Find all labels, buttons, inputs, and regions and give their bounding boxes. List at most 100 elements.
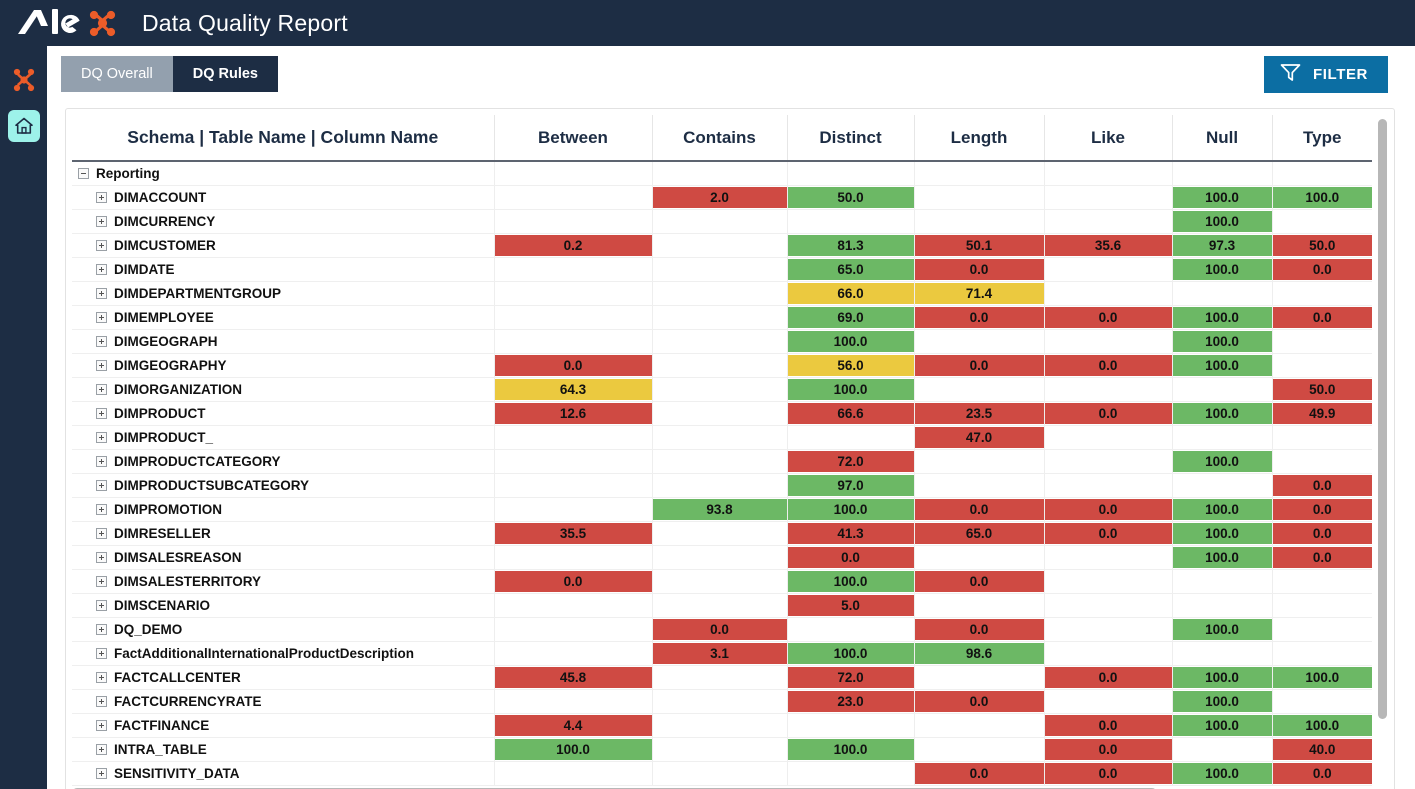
table-row[interactable]: DIMEMPLOYEE 69.0 0.0 0.0 100.0 0.0 [72, 305, 1372, 330]
score-cell[interactable] [652, 233, 788, 258]
score-cell[interactable]: 0.0 [1044, 305, 1173, 330]
score-cell[interactable]: 0.0 [494, 353, 653, 378]
tab-dq-overall[interactable]: DQ Overall [61, 56, 173, 92]
score-cell[interactable]: 100.0 [1172, 545, 1273, 570]
row-name-cell[interactable]: DIMACCOUNT [72, 185, 495, 210]
table-row[interactable]: DIMPRODUCT_ 47.0 [72, 425, 1372, 450]
score-cell[interactable] [1044, 689, 1173, 714]
expand-toggle-icon[interactable] [96, 384, 107, 395]
score-cell[interactable] [494, 761, 653, 786]
score-cell[interactable]: 64.3 [494, 377, 653, 402]
score-cell[interactable]: 100.0 [1272, 713, 1372, 738]
score-cell[interactable]: 66.0 [787, 281, 915, 306]
score-cell[interactable]: 0.0 [1044, 737, 1173, 762]
row-name-cell[interactable]: DIMORGANIZATION [72, 377, 495, 402]
score-cell[interactable] [494, 545, 653, 570]
score-cell[interactable] [652, 449, 788, 474]
score-cell[interactable]: 100.0 [1172, 689, 1273, 714]
score-cell[interactable]: 12.6 [494, 401, 653, 426]
score-cell[interactable]: 81.3 [787, 233, 915, 258]
table-row[interactable]: DIMRESELLER 35.5 41.3 65.0 0.0 100.0 0.0 [72, 521, 1372, 546]
score-cell[interactable]: 100.0 [1172, 353, 1273, 378]
score-cell[interactable]: 5.0 [787, 593, 915, 618]
row-name-cell[interactable]: DIMCUSTOMER [72, 233, 495, 258]
row-name-cell[interactable]: FACTFINANCE [72, 713, 495, 738]
score-cell[interactable] [1172, 425, 1273, 450]
score-cell[interactable] [494, 689, 653, 714]
score-cell[interactable] [652, 473, 788, 498]
score-cell[interactable] [787, 713, 915, 738]
sidebar-item-home[interactable] [0, 104, 47, 148]
table-row[interactable]: SENSITIVITY_DATA 0.0 0.0 100.0 0.0 [72, 761, 1372, 786]
score-cell[interactable] [652, 569, 788, 594]
score-cell[interactable]: 0.2 [494, 233, 653, 258]
row-name-cell[interactable]: DIMPRODUCT [72, 401, 495, 426]
score-cell[interactable]: 0.0 [1272, 521, 1372, 546]
column-header-distinct[interactable]: Distinct [787, 115, 915, 162]
score-cell[interactable]: 66.6 [787, 401, 915, 426]
score-cell[interactable] [1044, 185, 1173, 210]
table-row[interactable]: DQ_DEMO 0.0 0.0 100.0 [72, 617, 1372, 642]
score-cell[interactable] [652, 593, 788, 618]
score-cell[interactable] [652, 305, 788, 330]
row-name-cell[interactable]: DIMCURRENCY [72, 209, 495, 234]
score-cell[interactable] [1272, 569, 1372, 594]
column-header-like[interactable]: Like [1044, 115, 1173, 162]
score-cell[interactable]: 0.0 [914, 569, 1045, 594]
score-cell[interactable]: 71.4 [914, 281, 1045, 306]
expand-toggle-icon[interactable] [96, 696, 107, 707]
score-cell[interactable]: 100.0 [1172, 305, 1273, 330]
score-cell[interactable] [1272, 617, 1372, 642]
score-cell[interactable] [1172, 281, 1273, 306]
row-name-cell[interactable]: SENSITIVITY_DATA [72, 761, 495, 786]
score-cell[interactable] [1044, 257, 1173, 282]
row-name-cell[interactable]: DIMEMPLOYEE [72, 305, 495, 330]
score-cell[interactable]: 65.0 [787, 257, 915, 282]
score-cell[interactable]: 100.0 [1272, 185, 1372, 210]
score-cell[interactable]: 0.0 [914, 761, 1045, 786]
expand-toggle-icon[interactable] [96, 264, 107, 275]
score-cell[interactable] [914, 593, 1045, 618]
score-cell[interactable]: 0.0 [494, 569, 653, 594]
score-cell[interactable] [1172, 641, 1273, 666]
score-cell[interactable] [914, 545, 1045, 570]
table-row[interactable]: DIMCURRENCY 100.0 [72, 209, 1372, 234]
row-name-cell[interactable]: FACTCURRENCYRATE [72, 689, 495, 714]
score-cell[interactable] [494, 497, 653, 522]
score-cell[interactable]: 100.0 [1172, 497, 1273, 522]
score-cell[interactable] [1172, 737, 1273, 762]
score-cell[interactable]: 100.0 [1172, 257, 1273, 282]
score-cell[interactable] [787, 617, 915, 642]
score-cell[interactable] [494, 617, 653, 642]
sidebar-item-nodes[interactable] [0, 60, 47, 104]
column-header-schema[interactable]: Schema | Table Name | Column Name [72, 115, 495, 162]
score-cell[interactable] [652, 377, 788, 402]
score-cell[interactable] [652, 425, 788, 450]
score-cell[interactable] [1272, 329, 1372, 354]
score-cell[interactable]: 56.0 [787, 353, 915, 378]
score-cell[interactable]: 100.0 [1172, 185, 1273, 210]
score-cell[interactable] [652, 761, 788, 786]
score-cell[interactable] [1044, 545, 1173, 570]
score-cell[interactable]: 0.0 [1272, 473, 1372, 498]
score-cell[interactable] [914, 329, 1045, 354]
score-cell[interactable]: 100.0 [1172, 449, 1273, 474]
score-cell[interactable] [652, 209, 788, 234]
score-cell[interactable]: 0.0 [1044, 521, 1173, 546]
score-cell[interactable] [1172, 473, 1273, 498]
score-cell[interactable] [652, 545, 788, 570]
score-cell[interactable] [652, 665, 788, 690]
expand-toggle-icon[interactable] [96, 192, 107, 203]
score-cell[interactable]: 35.6 [1044, 233, 1173, 258]
score-cell[interactable]: 41.3 [787, 521, 915, 546]
score-cell[interactable]: 0.0 [1044, 665, 1173, 690]
row-name-cell[interactable]: DIMRESELLER [72, 521, 495, 546]
vertical-scrollbar[interactable] [1377, 117, 1388, 789]
score-cell[interactable] [494, 425, 653, 450]
score-cell[interactable] [1044, 329, 1173, 354]
column-header-type[interactable]: Type [1272, 115, 1372, 162]
score-cell[interactable] [652, 257, 788, 282]
score-cell[interactable] [914, 377, 1045, 402]
expand-toggle-icon[interactable] [96, 528, 107, 539]
score-cell[interactable] [1044, 617, 1173, 642]
